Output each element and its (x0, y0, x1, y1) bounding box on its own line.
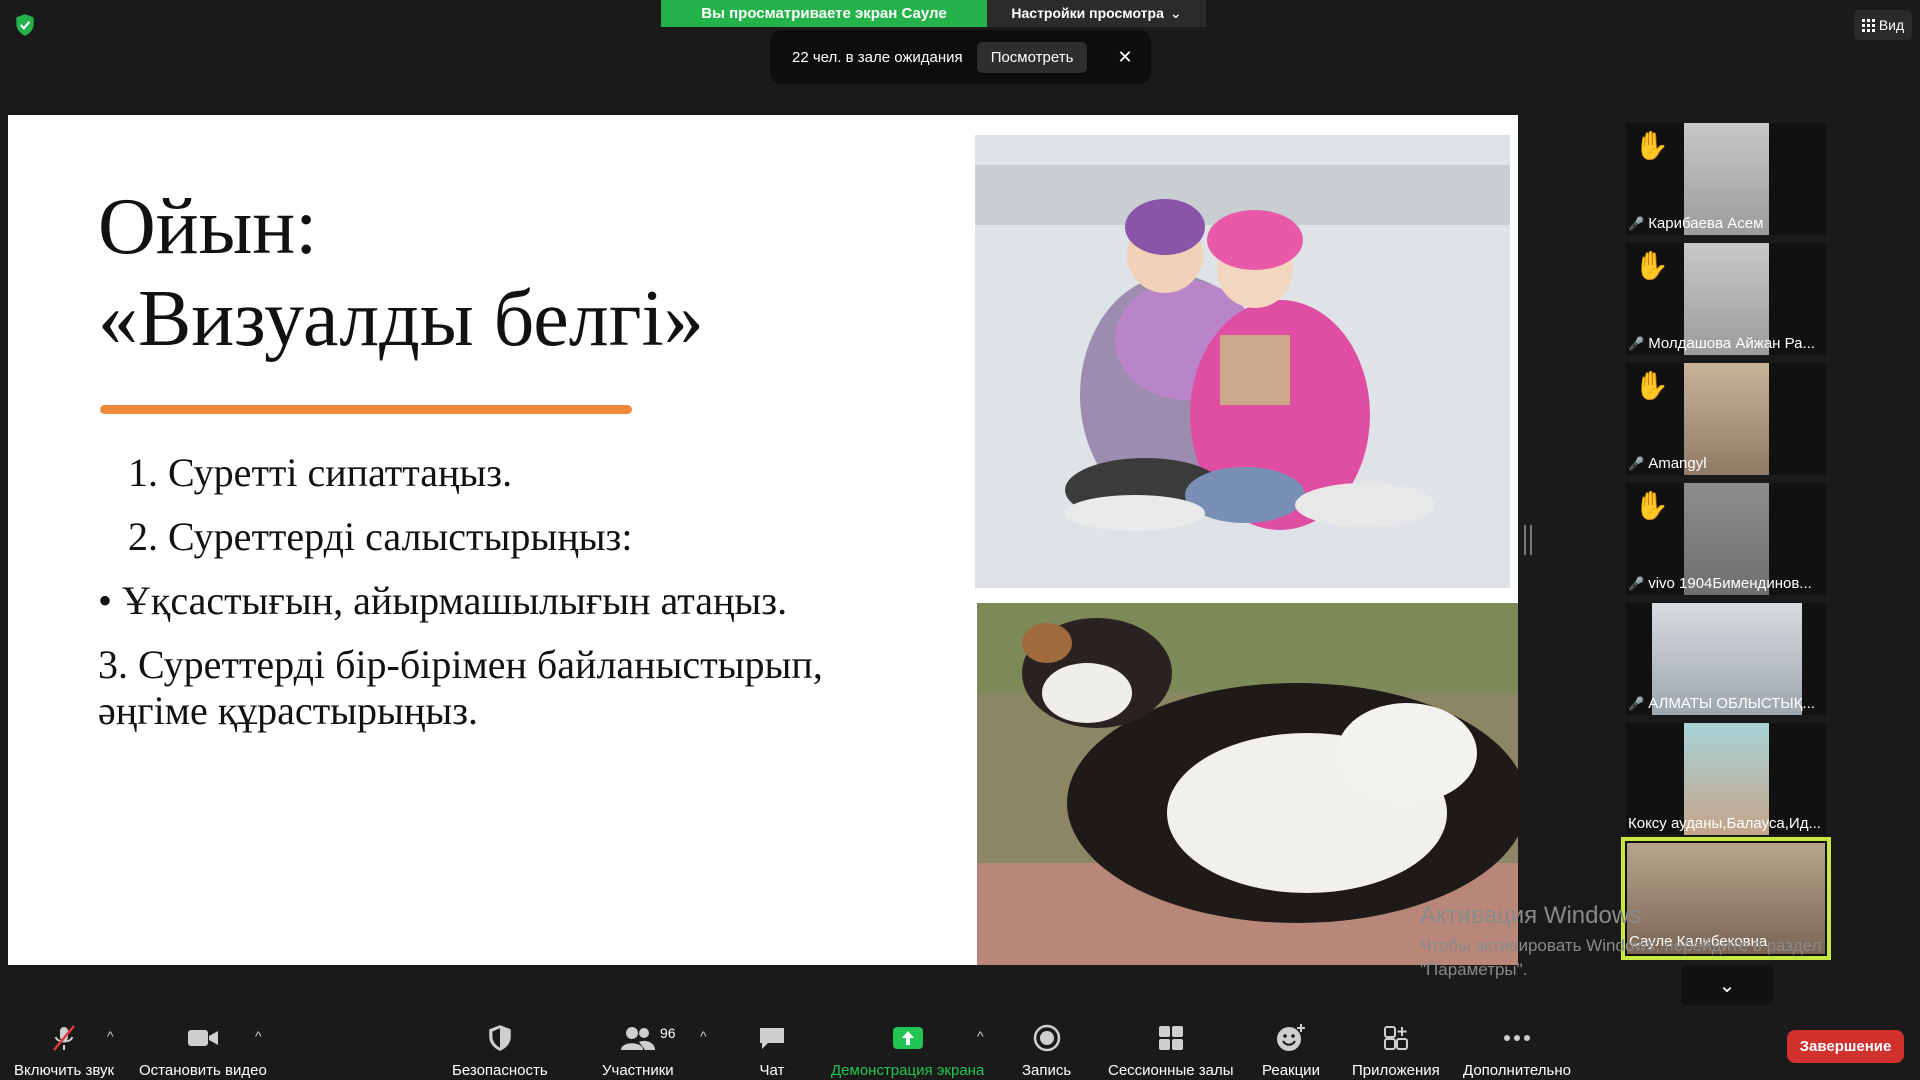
participants-options-caret[interactable]: ^ (700, 1028, 707, 1044)
more-label: Дополнительно (1463, 1062, 1571, 1079)
list-item: • Ұқсастығын, айырмашылығын атаңыз. (98, 578, 788, 623)
video-camera-icon (187, 1020, 219, 1056)
share-label: Демонстрация экрана (831, 1062, 985, 1079)
mic-muted-icon (49, 1020, 79, 1056)
video-options-caret[interactable]: ^ (255, 1028, 262, 1044)
share-banner: Вы просматриваете экран Сауле Калибековн… (661, 0, 1206, 49)
list-item: әңгіме құрастырыңыз. (98, 688, 478, 733)
shared-screen-slide: Ойын: «Визуалды белгі» 1. Суретті сипатт… (8, 115, 1518, 965)
record-button[interactable]: Запись (1022, 1020, 1071, 1079)
participant-name: 🎤 vivo 1904Бимендинов... (1628, 575, 1812, 592)
chevron-down-icon: ⌄ (1169, 5, 1182, 21)
raised-hand-icon: ✋ (1634, 130, 1669, 161)
apps-label: Приложения (1352, 1062, 1440, 1079)
windows-activation-sub: Чтобы активировать Windows, перейдите в … (1420, 936, 1822, 979)
title-underline (100, 405, 632, 414)
record-label: Запись (1022, 1062, 1072, 1079)
view-button[interactable]: Вид (1854, 10, 1912, 40)
mic-muted-icon: 🎤 (1628, 575, 1645, 591)
meeting-toolbar: Включить звук ^ Остановить видео ^ Безоп… (0, 1000, 1920, 1080)
breakout-rooms-button[interactable]: Сессионные залы (1108, 1020, 1234, 1079)
shield-icon[interactable] (12, 12, 38, 38)
breakout-rooms-icon (1158, 1020, 1184, 1056)
kids-on-ice-photo (975, 135, 1510, 588)
participant-tile[interactable]: ✋ 🎤 Молдашова Айжан Ра... (1626, 243, 1826, 355)
participant-name: 🎤 Карибаева Асем (1628, 215, 1764, 232)
apps-button[interactable]: Приложения (1352, 1020, 1440, 1079)
view-waiting-room-button[interactable]: Посмотреть (976, 41, 1088, 73)
mic-muted-icon: 🎤 (1628, 695, 1645, 711)
share-screen-icon (892, 1020, 924, 1056)
waiting-room-notification: 22 чел. в зале ожидания Посмотреть ✕ (770, 30, 1151, 84)
raised-hand-icon: ✋ (1634, 490, 1669, 521)
smile-icon (1276, 1020, 1306, 1056)
view-label: Вид (1878, 17, 1905, 33)
audio-options-caret[interactable]: ^ (107, 1028, 114, 1044)
raised-hand-icon: ✋ (1634, 370, 1669, 401)
stop-video-label: Остановить видео (139, 1062, 267, 1079)
slide-title-line2: «Визуалды белгі» (98, 275, 704, 363)
more-dots-icon (1503, 1020, 1531, 1056)
participants-count: 96 (660, 1025, 676, 1041)
breakout-label: Сессионные залы (1108, 1062, 1234, 1079)
slide-title: Ойын: «Визуалды белгі» (98, 181, 704, 365)
list-item: 3. Суреттерді бір-бірімен байланыстырып, (98, 642, 823, 687)
slide-title-line1: Ойын: (98, 183, 318, 271)
mic-muted-icon: 🎤 (1628, 455, 1645, 471)
mic-muted-icon: 🎤 (1628, 215, 1645, 231)
share-screen-button[interactable]: Демонстрация экрана (831, 1020, 984, 1079)
participant-name: Коксу ауданы,Балауса,Ид... (1628, 815, 1821, 832)
close-icon[interactable]: ✕ (1113, 47, 1137, 68)
raised-hand-icon: ✋ (1634, 250, 1669, 281)
unmute-button[interactable]: Включить звук (14, 1020, 114, 1079)
apps-icon (1383, 1020, 1409, 1056)
slide-list: 1. Суретті сипаттаңыз. 2. Суреттерді сал… (98, 450, 823, 752)
participants-label: Участники (602, 1062, 674, 1079)
shield-icon (487, 1020, 513, 1056)
panel-resize-handle[interactable] (1524, 525, 1532, 555)
record-icon (1033, 1020, 1061, 1056)
participant-tile[interactable]: 🎤 АЛМАТЫ ОБЛЫСТЫҚ... (1626, 603, 1826, 715)
security-button[interactable]: Безопасность (452, 1020, 548, 1079)
list-item: 1. Суретті сипаттаңыз. (128, 450, 513, 495)
participant-name: 🎤 Amangyl (1628, 455, 1707, 472)
participant-tile[interactable]: ✋ 🎤 Amangyl (1626, 363, 1826, 475)
stop-video-button[interactable]: Остановить видео (139, 1020, 267, 1079)
list-item: 2. Суреттерді салыстырыңыз: (128, 514, 633, 559)
mic-muted-icon: 🎤 (1628, 335, 1645, 351)
chat-label: Чат (759, 1062, 785, 1079)
participant-tile[interactable]: Коксу ауданы,Балауса,Ид... (1626, 723, 1826, 835)
participants-icon (620, 1020, 655, 1056)
security-label: Безопасность (452, 1062, 548, 1079)
share-banner-text: Вы просматриваете экран Сауле Калибековн… (661, 0, 987, 49)
waiting-room-text: 22 чел. в зале ожидания (792, 48, 963, 66)
share-options-caret[interactable]: ^ (977, 1028, 984, 1044)
view-options-button[interactable]: Настройки просмотра ⌄ (987, 0, 1206, 27)
participant-tile[interactable]: ✋ 🎤 Карибаева Асем (1626, 123, 1826, 235)
participant-name: 🎤 Молдашова Айжан Ра... (1628, 335, 1815, 352)
end-meeting-button[interactable]: Завершение (1787, 1030, 1904, 1063)
reactions-label: Реакции (1262, 1062, 1320, 1079)
chat-icon (758, 1020, 786, 1056)
unmute-label: Включить звук (14, 1062, 115, 1079)
participant-tile[interactable]: ✋ 🎤 vivo 1904Бимендинов... (1626, 483, 1826, 595)
view-options-label: Настройки просмотра (1011, 5, 1164, 21)
more-button[interactable]: Дополнительно (1463, 1020, 1571, 1079)
reactions-button[interactable]: Реакции (1262, 1020, 1320, 1079)
grid-icon (1861, 18, 1875, 32)
chat-button[interactable]: Чат (758, 1020, 786, 1079)
windows-activation-title: Активация Windows (1420, 902, 1642, 929)
participant-name: 🎤 АЛМАТЫ ОБЛЫСТЫҚ... (1628, 695, 1815, 712)
